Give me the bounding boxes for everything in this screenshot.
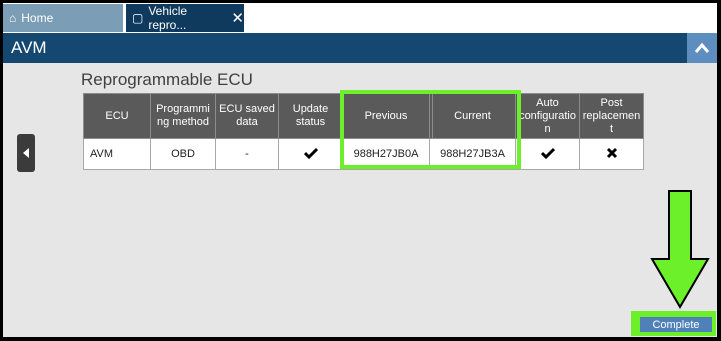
col-post-replacement: Post replacemen t xyxy=(579,93,644,139)
cell-post-replacement xyxy=(579,138,644,170)
col-ecu: ECU xyxy=(83,93,151,139)
col-previous: Previous xyxy=(342,93,430,139)
tab-bar: ⌂ Home ▢ Vehicle repro... ✕ xyxy=(3,3,717,33)
ecu-table: ECU Programmi ng method ECU saved data U… xyxy=(83,93,644,170)
collapse-button[interactable] xyxy=(687,33,717,63)
cell-auto-config xyxy=(515,138,580,170)
down-arrow-icon xyxy=(650,190,710,309)
cell-saved: - xyxy=(215,138,279,170)
check-icon xyxy=(303,147,318,159)
cell-ecu: AVM xyxy=(83,138,151,170)
side-nav-button[interactable] xyxy=(17,134,35,172)
title-bar: AVM xyxy=(3,33,717,63)
col-auto-configuration: Auto configuratio n xyxy=(515,93,580,139)
col-current: Current xyxy=(429,93,516,139)
caret-left-icon xyxy=(23,148,29,158)
check-icon xyxy=(540,147,555,159)
column-divider xyxy=(432,94,433,138)
home-icon: ⌂ xyxy=(9,11,17,25)
cell-update-status xyxy=(278,138,343,170)
cell-previous: 988H27JB0A xyxy=(342,138,430,170)
highlight-box-complete: Complete xyxy=(631,311,716,336)
col-ecu-saved-data: ECU saved data xyxy=(215,93,279,139)
cross-icon xyxy=(606,147,617,158)
app-window: ⌂ Home ▢ Vehicle repro... ✕ AVM Reprogra… xyxy=(2,2,718,338)
tab-vehicle-reprogramming[interactable]: ▢ Vehicle repro... ✕ xyxy=(126,4,244,32)
chevron-up-icon xyxy=(694,42,710,53)
complete-button[interactable]: Complete xyxy=(640,317,712,332)
window-icon: ▢ xyxy=(132,11,144,25)
section-title: Reprogrammable ECU xyxy=(81,70,253,89)
col-programming-method: Programmi ng method xyxy=(150,93,216,139)
tab-vehicle-label: Vehicle repro... xyxy=(148,4,188,32)
col-update-status: Update status xyxy=(278,93,343,139)
tab-home-label: Home xyxy=(21,11,54,25)
close-icon[interactable]: ✕ xyxy=(231,11,244,26)
page-title: AVM xyxy=(11,38,47,57)
cell-method: OBD xyxy=(150,138,216,170)
table-row: AVM OBD - 988H27JB0A 988H27JB3A xyxy=(83,138,644,170)
tab-home[interactable]: ⌂ Home xyxy=(3,4,123,32)
table-header-row: ECU Programmi ng method ECU saved data U… xyxy=(83,93,644,139)
cell-current: 988H27JB3A xyxy=(429,138,516,170)
